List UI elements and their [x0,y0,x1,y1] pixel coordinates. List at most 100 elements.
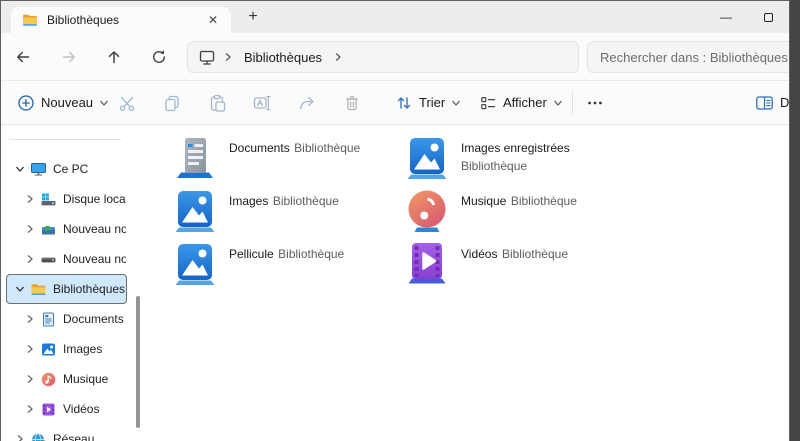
chevron-right-icon[interactable] [23,344,37,354]
library-tile-images-enregistrees[interactable]: Images enregistrées Bibliothèque [405,135,633,183]
sidebar-separator [9,139,121,140]
more-icon [588,101,602,105]
sidebar-item-label: Documents [63,312,124,326]
navigation-bar: Bibliothèques [1,33,789,81]
libraries-folder-icon [30,281,47,298]
drive-windows-icon [40,191,57,208]
breadcrumb-item[interactable]: Bibliothèques [240,50,326,65]
chevron-right-icon[interactable] [23,194,37,204]
music-library-icon [405,188,449,232]
music-icon [40,371,57,388]
sidebar-item-reseau[interactable]: Réseau [6,424,127,441]
chevron-down-icon[interactable] [13,284,27,294]
tile-subtitle: Bibliothèque [272,194,339,208]
screen: Bibliothèques ✕ + — Bibliothèques Recher… [0,0,800,441]
chevron-right-icon[interactable] [23,224,37,234]
monitor-icon[interactable] [198,49,216,66]
back-icon [17,51,30,63]
this-pc-icon [30,161,47,178]
window-controls: — [705,1,789,33]
up-icon [108,51,120,64]
address-bar[interactable]: Bibliothèques [187,41,579,73]
sidebar-item-bibliotheques[interactable]: Bibliothèques [6,274,127,304]
minimize-button[interactable]: — [705,1,747,33]
see-more-button[interactable] [585,93,605,113]
sidebar-item-label: Nouveau nom [63,252,126,266]
chevron-down-icon [452,100,461,106]
paste-button[interactable] [207,93,227,113]
sort-button[interactable]: Trier [389,81,467,124]
view-button[interactable]: Afficher [473,81,569,124]
tile-subtitle: Bibliothèque [461,159,528,173]
tile-title: Pellicule [229,247,274,261]
sidebar-item-documents[interactable]: Documents [6,304,127,334]
sidebar-item-label: Réseau [53,432,95,441]
search-input[interactable] [588,42,789,72]
sidebar-item-videos[interactable]: Vidéos [6,394,127,424]
chevron-right-icon[interactable] [23,314,37,324]
chevron-right-icon[interactable] [333,52,343,62]
drive-icon [40,251,57,268]
sidebar-item-ce-pc[interactable]: Ce PC [6,154,127,184]
cut-icon [119,96,135,111]
tile-title: Vidéos [461,247,498,261]
videos-icon [40,401,57,418]
chevron-down-icon [100,100,108,106]
sidebar-item-disque-local[interactable]: Disque local (C [6,184,127,214]
delete-icon [345,95,359,111]
sidebar-item-nouveau-nom-2[interactable]: Nouveau nom [6,244,127,274]
chevron-right-icon[interactable] [13,434,27,441]
pictures-library-icon [173,241,217,285]
tile-title: Images enregistrées [461,141,570,155]
chevron-right-icon[interactable] [23,404,37,414]
back-button[interactable] [7,41,39,73]
new-button[interactable]: Nouveau [11,81,115,124]
sidebar-item-label: Nouveau nom [63,222,126,236]
refresh-icon [153,50,165,63]
sidebar-item-nouveau-nom-1[interactable]: Nouveau nom [6,214,127,244]
drive-sync-icon [40,221,57,238]
maximize-button[interactable] [747,1,789,33]
delete-button[interactable] [342,93,362,113]
tab-bibliotheques[interactable]: Bibliothèques ✕ [11,7,231,33]
copy-button[interactable] [162,93,182,113]
pictures-library-icon [173,188,217,232]
library-tile-musique[interactable]: Musique Bibliothèque [405,188,633,236]
sidebar-item-images[interactable]: Images [6,334,127,364]
tile-title: Documents [229,141,290,155]
library-tile-documents[interactable]: Documents Bibliothèque [173,135,401,183]
titlebar: Bibliothèques ✕ + — [1,1,789,33]
tile-subtitle: Bibliothèque [510,194,577,208]
tile-subtitle: Bibliothèque [294,141,361,155]
sidebar-item-label: Musique [63,372,109,386]
forward-button[interactable] [53,41,85,73]
paste-icon [210,95,226,112]
new-plus-icon [18,94,34,111]
rename-button[interactable] [252,93,272,113]
chevron-right-icon[interactable] [23,254,37,264]
details-button[interactable]: Détails [749,81,789,124]
library-tile-images[interactable]: Images Bibliothèque [173,188,401,236]
sidebar-item-label: Disque local (C [63,192,127,206]
view-button-label: Afficher [503,95,547,110]
up-button[interactable] [98,41,130,73]
library-tile-videos[interactable]: Vidéos Bibliothèque [405,241,633,289]
refresh-button[interactable] [143,41,175,73]
maximize-icon [763,12,773,22]
chevron-down-icon[interactable] [13,164,27,174]
new-tab-button[interactable]: + [241,6,265,28]
share-icon [300,97,314,110]
tile-subtitle: Bibliothèque [278,247,345,261]
copy-icon [165,95,179,112]
sidebar-item-musique[interactable]: Musique [6,364,127,394]
cut-button[interactable] [117,93,137,113]
library-tile-pellicule[interactable]: Pellicule Bibliothèque [173,241,401,289]
documents-library-icon [173,135,217,179]
share-button[interactable] [297,93,317,113]
chevron-right-icon[interactable] [23,374,37,384]
documents-icon [40,311,57,328]
sidebar-scrollbar-thumb[interactable] [136,296,140,428]
close-tab-icon[interactable]: ✕ [204,12,222,28]
chevron-right-icon[interactable] [223,52,233,62]
sidebar-item-label: Ce PC [53,162,89,176]
